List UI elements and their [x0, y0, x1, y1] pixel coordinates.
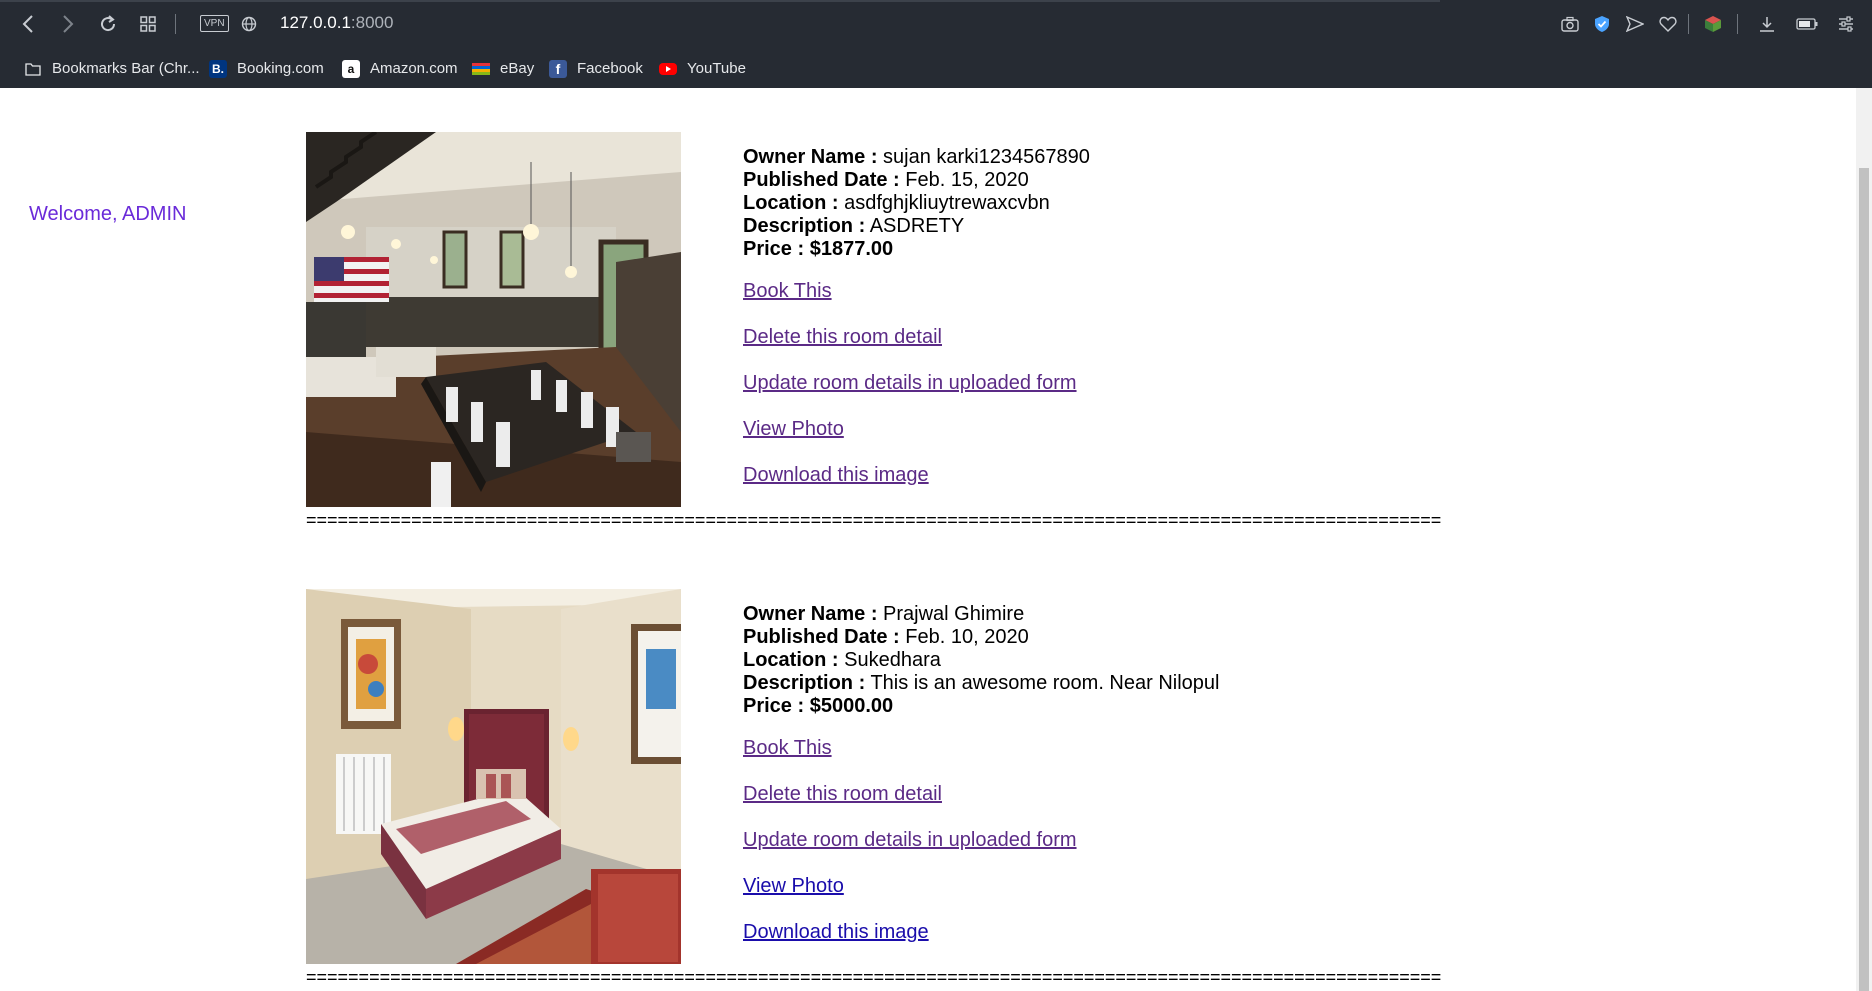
bookmark-label: YouTube: [687, 60, 746, 77]
delete-room-link[interactable]: Delete this room detail: [743, 783, 1077, 829]
bookmark-facebook[interactable]: f Facebook: [549, 49, 643, 88]
description-label: Description :: [743, 672, 866, 694]
location-label: Location :: [743, 192, 839, 214]
listing-divider: ========================================…: [306, 967, 1442, 987]
url-port: :8000: [350, 13, 394, 32]
description-row: Description : This is an awesome room. N…: [743, 672, 1219, 695]
description-value: ASDRETY: [869, 215, 965, 237]
owner-row: Owner Name : sujan karki1234567890: [743, 146, 1090, 169]
globe-icon[interactable]: [237, 11, 261, 37]
location-value: asdfghjkliuytrewaxcvbn: [844, 192, 1050, 214]
bookmark-label: eBay: [500, 60, 535, 77]
description-row: Description : ASDRETY: [743, 215, 1090, 238]
extension-cube-icon[interactable]: [1701, 12, 1725, 36]
scrollbar[interactable]: [1856, 88, 1872, 991]
room-photo-bedroom: [306, 589, 681, 964]
url-host: 127.0.0.1: [280, 13, 351, 32]
heart-icon[interactable]: [1656, 12, 1680, 36]
delete-room-link[interactable]: Delete this room detail: [743, 326, 1077, 372]
price-row: Price : $1877.00: [743, 238, 1090, 261]
owner-value: sujan karki1234567890: [883, 146, 1090, 168]
ebay-icon: [472, 60, 490, 78]
welcome-message: Welcome, ADMIN: [29, 203, 187, 225]
download-image-link[interactable]: Download this image: [743, 464, 1077, 510]
published-row: Published Date : Feb. 15, 2020: [743, 169, 1090, 192]
shield-icon[interactable]: [1590, 12, 1614, 36]
youtube-icon: [659, 60, 677, 78]
bookmark-youtube[interactable]: YouTube: [659, 49, 746, 88]
toolbar-separator-3: [1737, 14, 1738, 34]
amazon-icon: a: [342, 59, 360, 78]
bookmarks-bar: Bookmarks Bar (Chr... B. Booking.com a A…: [0, 49, 1872, 89]
bookmark-ebay[interactable]: eBay: [472, 49, 534, 88]
download-icon[interactable]: [1755, 12, 1779, 36]
published-label: Published Date :: [743, 626, 900, 648]
update-room-link[interactable]: Update room details in uploaded form: [743, 829, 1077, 875]
room-details: Owner Name : Prajwal Ghimire Published D…: [743, 603, 1219, 718]
owner-value: Prajwal Ghimire: [883, 603, 1025, 625]
view-photo-link[interactable]: View Photo: [743, 875, 1077, 921]
bookmark-folder[interactable]: Bookmarks Bar (Chr...: [24, 49, 200, 88]
send-icon[interactable]: [1623, 12, 1647, 36]
published-label: Published Date :: [743, 169, 900, 191]
description-label: Description :: [743, 215, 866, 237]
location-row: Location : Sukedhara: [743, 649, 1219, 672]
bookmark-booking[interactable]: B. Booking.com: [209, 49, 324, 88]
price-value: $5000.00: [809, 695, 894, 717]
price-value: $1877.00: [809, 238, 894, 260]
location-row: Location : asdfghjkliuytrewaxcvbn: [743, 192, 1090, 215]
reload-icon[interactable]: [96, 11, 120, 37]
price-row: Price : $5000.00: [743, 695, 1219, 718]
camera-icon[interactable]: [1558, 12, 1582, 36]
settings-sliders-icon[interactable]: [1834, 12, 1858, 36]
battery-icon[interactable]: [1795, 12, 1819, 36]
room-photo-dining-hall: [306, 132, 681, 507]
browser-toolbar: VPN 127.0.0.1:8000: [0, 0, 1872, 49]
owner-row: Owner Name : Prajwal Ghimire: [743, 603, 1219, 626]
owner-label: Owner Name :: [743, 603, 878, 625]
booking-icon: B.: [209, 59, 227, 78]
published-value: Feb. 15, 2020: [905, 169, 1029, 191]
price-label: Price :: [743, 238, 805, 260]
price-label: Price :: [743, 695, 805, 717]
folder-icon: [24, 60, 42, 78]
bookmark-label: Amazon.com: [370, 60, 458, 77]
vpn-badge[interactable]: VPN: [200, 15, 229, 32]
location-value: Sukedhara: [844, 649, 941, 671]
forward-icon[interactable]: [56, 11, 80, 37]
toolbar-separator: [175, 14, 176, 34]
room-actions: Book This Delete this room detail Update…: [743, 280, 1077, 510]
tab-grid-icon[interactable]: [136, 11, 160, 37]
book-this-link[interactable]: Book This: [743, 280, 1077, 326]
tab-strip-line: [0, 0, 1440, 2]
scrollbar-thumb[interactable]: [1859, 168, 1869, 991]
back-icon[interactable]: [16, 11, 40, 37]
description-value: This is an awesome room. Near Nilopul: [870, 672, 1220, 694]
published-value: Feb. 10, 2020: [905, 626, 1029, 648]
room-details: Owner Name : sujan karki1234567890 Publi…: [743, 146, 1090, 261]
toolbar-separator-2: [1688, 14, 1689, 34]
location-label: Location :: [743, 649, 839, 671]
listing-divider: ========================================…: [306, 510, 1442, 530]
owner-label: Owner Name :: [743, 146, 878, 168]
bookmark-label: Bookmarks Bar (Chr...: [52, 60, 200, 77]
address-bar[interactable]: 127.0.0.1:8000: [280, 13, 393, 33]
download-image-link[interactable]: Download this image: [743, 921, 1077, 967]
view-photo-link[interactable]: View Photo: [743, 418, 1077, 464]
published-row: Published Date : Feb. 10, 2020: [743, 626, 1219, 649]
facebook-icon: f: [549, 59, 567, 78]
bookmark-amazon[interactable]: a Amazon.com: [342, 49, 458, 88]
bookmark-label: Booking.com: [237, 60, 324, 77]
room-actions: Book This Delete this room detail Update…: [743, 737, 1077, 967]
bookmark-label: Facebook: [577, 60, 643, 77]
update-room-link[interactable]: Update room details in uploaded form: [743, 372, 1077, 418]
book-this-link[interactable]: Book This: [743, 737, 1077, 783]
